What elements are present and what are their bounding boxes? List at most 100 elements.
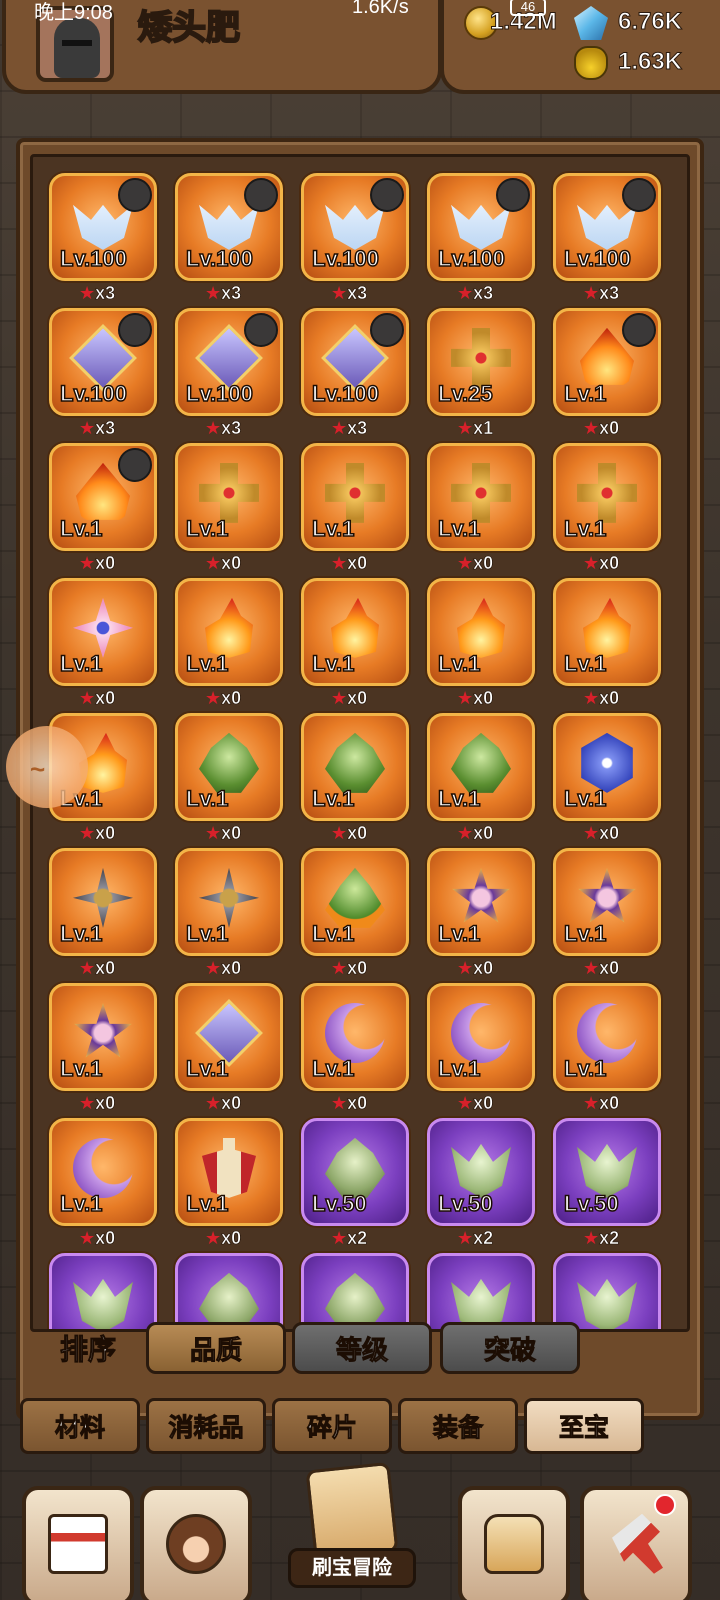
item-card[interactable] [553, 1253, 661, 1329]
item-slot[interactable]: Lv.1 ★x0 [427, 983, 535, 1118]
item-card[interactable]: Lv.1 [553, 983, 661, 1091]
item-card[interactable]: Lv.50 [301, 1118, 409, 1226]
item-slot[interactable]: Lv.1 ★x0 [49, 443, 157, 578]
item-card[interactable]: Lv.100 [301, 173, 409, 281]
nav-heroes[interactable] [140, 1486, 252, 1600]
item-card[interactable] [427, 1253, 535, 1329]
item-slot[interactable]: Lv.1 ★x0 [427, 713, 535, 848]
item-slot[interactable]: Lv.50 ★x2 [553, 1118, 661, 1253]
item-slot[interactable]: Lv.25 ★x1 [427, 308, 535, 443]
item-card[interactable]: Lv.100 [301, 308, 409, 416]
item-card[interactable]: Lv.1 [49, 848, 157, 956]
item-card[interactable] [301, 1253, 409, 1329]
item-card[interactable]: Lv.1 [427, 578, 535, 686]
item-slot[interactable]: Lv.1 ★x0 [427, 848, 535, 983]
item-card[interactable]: Lv.25 [427, 308, 535, 416]
item-card[interactable]: Lv.100 [427, 173, 535, 281]
item-card[interactable]: Lv.1 [553, 848, 661, 956]
item-slot[interactable]: Lv.1 ★x0 [553, 713, 661, 848]
nav-bag[interactable] [458, 1486, 570, 1600]
item-slot[interactable] [427, 1253, 535, 1329]
item-card[interactable]: Lv.1 [175, 578, 283, 686]
item-card[interactable]: Lv.1 [175, 1118, 283, 1226]
item-card[interactable]: Lv.1 [427, 848, 535, 956]
item-slot[interactable] [553, 1253, 661, 1329]
item-slot[interactable]: Lv.1 ★x0 [175, 713, 283, 848]
item-card[interactable]: Lv.1 [49, 1118, 157, 1226]
item-card[interactable]: Lv.1 [175, 983, 283, 1091]
item-slot[interactable]: Lv.100 ★x3 [301, 308, 409, 443]
item-slot[interactable]: Lv.1 ★x0 [49, 578, 157, 713]
item-card[interactable]: Lv.1 [49, 443, 157, 551]
item-slot[interactable]: Lv.100 ★x3 [175, 173, 283, 308]
tab-fragments[interactable]: 碎片 [272, 1398, 392, 1454]
sort-quality-button[interactable]: 品质 [146, 1322, 286, 1374]
item-slot[interactable] [49, 1253, 157, 1329]
item-slot[interactable]: Lv.1 ★x0 [175, 1118, 283, 1253]
item-slot[interactable]: Lv.100 ★x3 [301, 173, 409, 308]
item-slot[interactable]: Lv.1 ★x0 [175, 848, 283, 983]
item-slot[interactable]: Lv.50 ★x2 [301, 1118, 409, 1253]
item-slot[interactable]: Lv.1 ★x0 [301, 578, 409, 713]
item-card[interactable]: Lv.50 [427, 1118, 535, 1226]
item-card[interactable]: Lv.50 [553, 1118, 661, 1226]
item-card[interactable]: Lv.1 [301, 983, 409, 1091]
item-slot[interactable]: Lv.1 ★x0 [427, 578, 535, 713]
item-slot[interactable]: Lv.100 ★x3 [49, 173, 157, 308]
item-card[interactable]: Lv.100 [49, 308, 157, 416]
item-slot[interactable]: Lv.1 ★x0 [49, 848, 157, 983]
tab-equipment[interactable]: 装备 [398, 1398, 518, 1454]
item-slot[interactable]: Lv.1 ★x0 [553, 848, 661, 983]
item-card[interactable]: Lv.1 [553, 713, 661, 821]
item-card[interactable]: Lv.1 [427, 443, 535, 551]
item-slot[interactable]: Lv.1 ★x0 [553, 443, 661, 578]
item-card[interactable]: Lv.1 [49, 983, 157, 1091]
item-grid-area[interactable]: Lv.100 ★x3 Lv.100 ★x3 Lv.100 ★x3 Lv.100 ★x3 Lv.1… [30, 154, 690, 1332]
item-card[interactable]: Lv.1 [427, 713, 535, 821]
item-card[interactable]: Lv.100 [175, 173, 283, 281]
nav-forge[interactable] [580, 1486, 692, 1600]
floating-assistant-button[interactable]: ~ [6, 726, 88, 808]
item-slot[interactable]: Lv.1 ★x0 [175, 443, 283, 578]
item-slot[interactable]: Lv.1 ★x0 [301, 443, 409, 578]
item-slot[interactable]: Lv.1 ★x0 [553, 983, 661, 1118]
item-card[interactable]: Lv.1 [301, 848, 409, 956]
item-card[interactable]: Lv.1 [301, 713, 409, 821]
item-slot[interactable]: Lv.1 ★x0 [301, 713, 409, 848]
item-card[interactable]: Lv.1 [175, 443, 283, 551]
item-slot[interactable]: Lv.1 ★x0 [553, 578, 661, 713]
item-slot[interactable]: Lv.1 ★x0 [427, 443, 535, 578]
item-slot[interactable]: Lv.50 ★x2 [427, 1118, 535, 1253]
item-slot[interactable]: Lv.1 ★x0 [175, 983, 283, 1118]
item-slot[interactable]: Lv.1 ★x0 [301, 983, 409, 1118]
item-card[interactable]: Lv.1 [553, 578, 661, 686]
nav-shop[interactable] [22, 1486, 134, 1600]
item-card[interactable]: Lv.100 [49, 173, 157, 281]
item-slot[interactable]: Lv.1 ★x0 [49, 1118, 157, 1253]
item-card[interactable]: Lv.1 [301, 443, 409, 551]
item-slot[interactable]: Lv.1 ★x0 [175, 578, 283, 713]
item-card[interactable]: Lv.1 [175, 848, 283, 956]
item-slot[interactable]: Lv.1 ★x0 [553, 308, 661, 443]
item-slot[interactable]: Lv.100 ★x3 [175, 308, 283, 443]
item-slot[interactable]: Lv.1 ★x0 [49, 983, 157, 1118]
item-card[interactable]: Lv.1 [301, 578, 409, 686]
item-card[interactable]: Lv.1 [427, 983, 535, 1091]
item-slot[interactable] [175, 1253, 283, 1329]
sort-level-button[interactable]: 等级 [292, 1322, 432, 1374]
tab-materials[interactable]: 材料 [20, 1398, 140, 1454]
item-card[interactable]: Lv.1 [49, 578, 157, 686]
item-card[interactable]: Lv.1 [553, 308, 661, 416]
item-card[interactable] [49, 1253, 157, 1329]
item-slot[interactable]: Lv.100 ★x3 [49, 308, 157, 443]
item-slot[interactable]: Lv.1 ★x0 [301, 848, 409, 983]
item-card[interactable]: Lv.1 [175, 713, 283, 821]
item-card[interactable]: Lv.1 [553, 443, 661, 551]
sort-breakthrough-button[interactable]: 突破 [440, 1322, 580, 1374]
item-slot[interactable] [301, 1253, 409, 1329]
item-slot[interactable]: Lv.100 ★x3 [427, 173, 535, 308]
tab-treasures[interactable]: 至宝 [524, 1398, 644, 1454]
item-slot[interactable]: Lv.100 ★x3 [553, 173, 661, 308]
item-card[interactable]: Lv.100 [175, 308, 283, 416]
item-card[interactable] [175, 1253, 283, 1329]
